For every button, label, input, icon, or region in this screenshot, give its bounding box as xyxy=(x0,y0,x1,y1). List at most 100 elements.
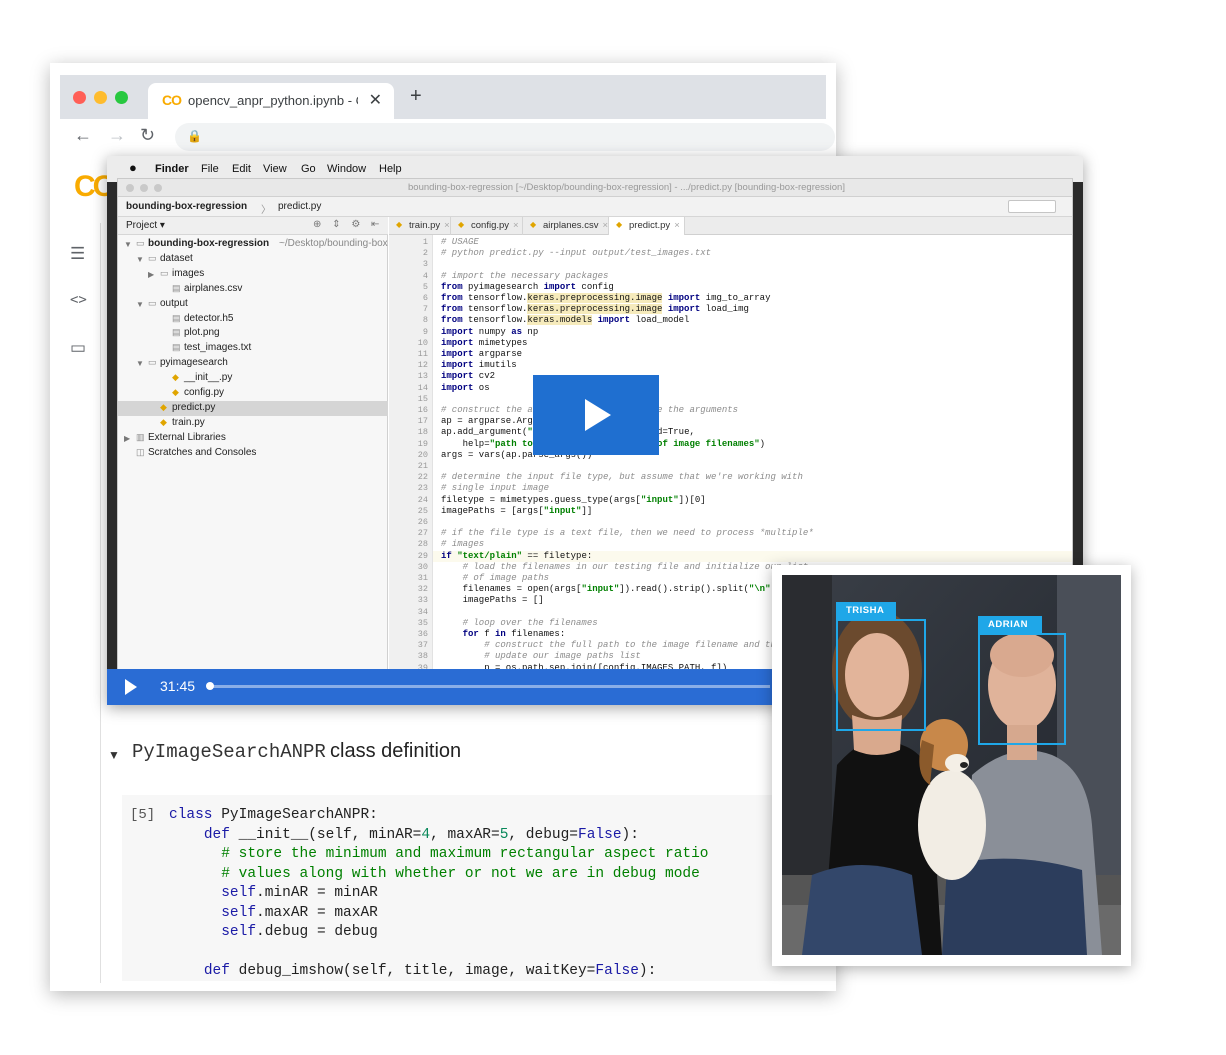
tree-item[interactable]: ◫ Scratches and Consoles xyxy=(118,446,388,461)
code-icon[interactable]: <> xyxy=(70,292,87,308)
code-token: , debug= xyxy=(508,826,579,843)
code-line: import os xyxy=(441,382,490,393)
line-number: 32 xyxy=(417,584,428,595)
progress-track[interactable] xyxy=(210,685,770,688)
folder-icon[interactable]: ▭ xyxy=(70,338,86,358)
tree-item-label: airplanes.csv xyxy=(184,282,243,294)
editor-tab[interactable]: train.py× xyxy=(389,217,451,235)
close-tab-icon[interactable]: × xyxy=(602,220,608,231)
address-bar[interactable]: 🔒 xyxy=(175,123,835,151)
editor-tab[interactable]: predict.py× xyxy=(609,217,685,235)
line-number: 3 xyxy=(422,259,428,270)
editor-tab[interactable]: airplanes.csv× xyxy=(523,217,609,235)
tree-item-label: test_images.txt xyxy=(184,342,252,354)
file-icon: ▤ xyxy=(172,312,181,323)
line-number: 26 xyxy=(417,517,428,527)
menu-item: Finder xyxy=(155,163,189,175)
tree-item-label: External Libraries xyxy=(148,431,226,443)
cell-source[interactable]: class PyImageSearchANPR: def __init__(se… xyxy=(169,806,709,981)
code-line: filetype = mimetypes.guess_type(args["in… xyxy=(441,494,706,505)
close-tab-icon[interactable]: ✕ xyxy=(369,90,382,110)
line-number: 30 xyxy=(417,561,428,572)
ide-title-bar: bounding-box-regression [~/Desktop/bound… xyxy=(118,179,1072,197)
code-line: imagePaths = [] xyxy=(441,595,544,606)
tree-item[interactable]: ▶ ▥ External Libraries xyxy=(118,431,388,446)
editor-tab[interactable]: config.py× xyxy=(451,217,523,235)
list-icon[interactable]: ☰ xyxy=(70,244,85,264)
close-tab-icon[interactable]: × xyxy=(674,220,680,231)
ide-breadcrumb: bounding-box-regression 〉 predict.py xyxy=(118,197,1072,217)
code-line: # USAGE xyxy=(441,237,479,247)
tree-item[interactable]: ▼ ▭ pyimagesearch xyxy=(118,356,388,371)
photo-trisha-adrian-dog: TRISHA ADRIAN xyxy=(782,575,1121,955)
progress-knob[interactable] xyxy=(206,682,214,690)
code-token: PyImageSearchANPR: xyxy=(212,807,378,823)
chevron-down-icon[interactable]: ▼ xyxy=(136,300,144,309)
tree-item-label: train.py xyxy=(172,416,205,428)
tree-item[interactable]: ▼ ▭ bounding-box-regression ~/Desktop/bound… xyxy=(118,237,388,252)
project-panel-header: Project ▾ ⊕ ⇕ ⚙ ⇤ xyxy=(118,217,388,235)
breadcrumb-separator: 〉 xyxy=(261,205,271,216)
tree-item-path: ~/Desktop/bounding-box xyxy=(279,238,388,249)
new-tab-button[interactable]: + xyxy=(410,85,422,108)
code-line: # load the filenames in our testing file… xyxy=(441,561,809,572)
zoom-window-button[interactable] xyxy=(115,91,128,104)
tree-item[interactable]: ◆ config.py xyxy=(118,386,388,401)
chevron-right-icon[interactable]: ▶ xyxy=(148,270,154,279)
folder-icon: ▭ xyxy=(136,238,145,248)
line-number: 4 xyxy=(422,270,428,281)
browser-tab[interactable]: CO opencv_anpr_python.ipynb - Co ✕ xyxy=(148,83,394,119)
play-button[interactable] xyxy=(125,679,137,695)
code-cell[interactable]: [5] class PyImageSearchANPR: def __init_… xyxy=(122,795,836,981)
code-line: for f in filenames: xyxy=(462,629,566,639)
line-number: 8 xyxy=(422,315,428,326)
breadcrumb-project: bounding-box-regression xyxy=(126,201,248,212)
project-panel: Project ▾ ⊕ ⇕ ⚙ ⇤ ▼ ▭ bounding-box-regress… xyxy=(118,217,388,677)
line-number: 21 xyxy=(417,461,428,471)
chevron-down-icon[interactable]: ▼ xyxy=(124,240,132,249)
tree-item[interactable]: ▼ ▭ output xyxy=(118,297,388,312)
tree-item[interactable]: ◆ train.py xyxy=(118,416,388,431)
code-token: False xyxy=(595,963,639,979)
lock-icon: 🔒 xyxy=(187,129,202,143)
line-number: 19 xyxy=(417,438,428,449)
code-line: import numpy as np xyxy=(441,326,539,337)
sidebar-divider xyxy=(100,223,101,983)
collapse-caret-icon[interactable]: ▼ xyxy=(108,748,120,762)
line-number: 25 xyxy=(417,505,428,516)
code-line: imagePaths = [args["input"]] xyxy=(441,505,593,516)
play-overlay-button[interactable] xyxy=(533,375,659,455)
code-token: ): xyxy=(621,826,639,843)
tree-item[interactable]: ▶ ▭ images xyxy=(118,267,388,282)
line-number: 27 xyxy=(417,528,428,539)
tree-item[interactable]: ◆ __init__.py xyxy=(118,371,388,386)
code-token: 4 xyxy=(421,826,431,843)
code-line: # images xyxy=(441,539,485,550)
tree-item[interactable]: ▼ ▭ dataset xyxy=(118,252,388,267)
code-token: # values along with whether or not we ar… xyxy=(221,865,700,882)
code-token: def xyxy=(203,826,230,843)
minimize-window-button[interactable] xyxy=(94,91,107,104)
close-tab-icon[interactable]: × xyxy=(513,220,519,231)
menu-item: Help xyxy=(379,163,402,175)
back-button[interactable]: ← xyxy=(74,125,92,146)
chevron-down-icon[interactable]: ▼ xyxy=(136,255,144,264)
python-file-icon: ◆ xyxy=(172,387,179,397)
close-tab-icon[interactable]: × xyxy=(444,220,450,231)
tree-item[interactable]: ▤ detector.h5 xyxy=(118,312,388,327)
tree-item[interactable]: ▤ test_images.txt xyxy=(118,341,388,356)
tree-item[interactable]: ▤ airplanes.csv xyxy=(118,282,388,297)
forward-button[interactable]: → xyxy=(108,125,126,146)
chevron-right-icon[interactable]: ▶ xyxy=(124,434,130,443)
tree-item[interactable]: ▤ plot.png xyxy=(118,326,388,341)
chevron-down-icon[interactable]: ▼ xyxy=(136,359,144,368)
tree-item[interactable]: ◆ predict.py xyxy=(118,400,388,416)
code-token: self xyxy=(221,904,257,921)
line-number: 38 xyxy=(417,651,428,662)
line-number: 36 xyxy=(417,629,428,639)
close-window-button[interactable] xyxy=(73,91,86,104)
code-line: from tensorflow.keras.preprocessing.imag… xyxy=(441,304,749,315)
reload-button[interactable]: ↻ xyxy=(140,125,155,146)
line-number: 34 xyxy=(417,606,428,617)
